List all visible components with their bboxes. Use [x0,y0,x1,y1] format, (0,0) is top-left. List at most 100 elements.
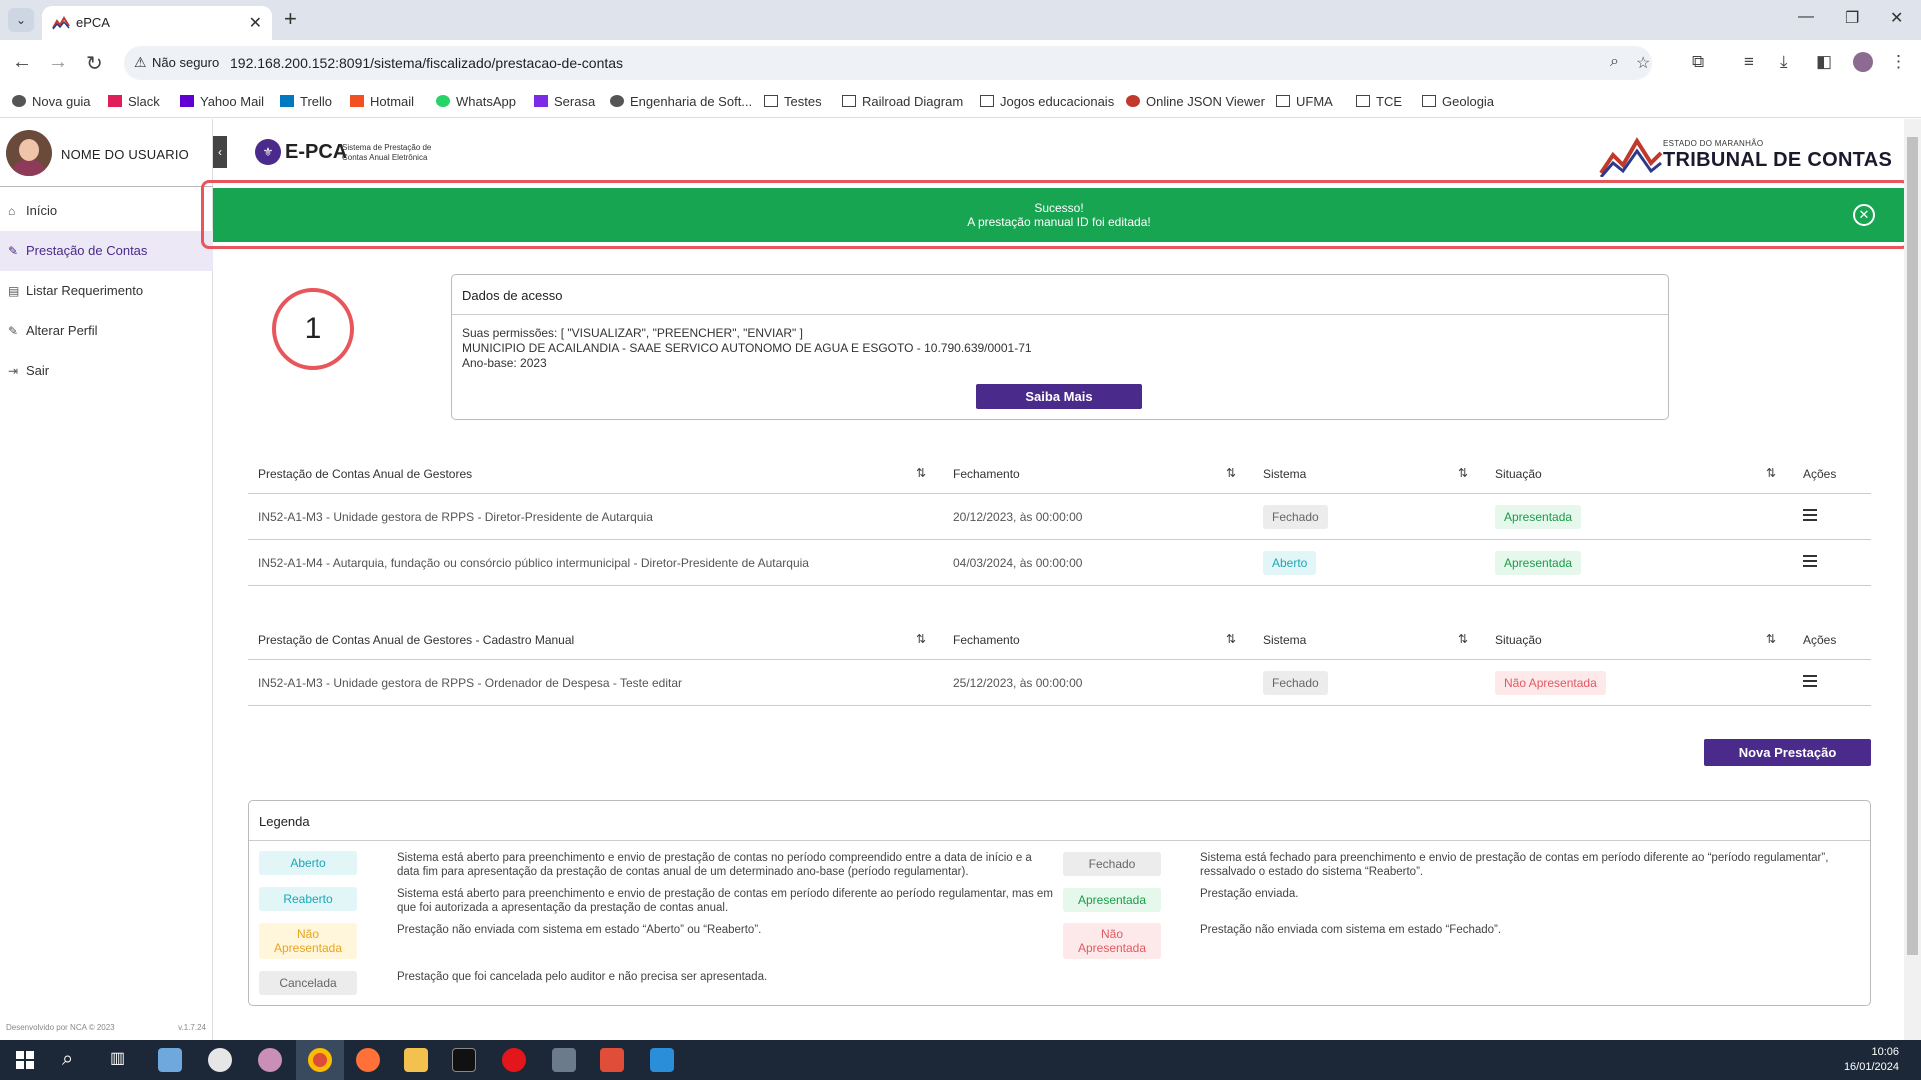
legend-text: Sistema está fechado para preenchimento … [1200,852,1829,878]
bookmark-item[interactable]: Nova guia [12,94,91,109]
system-badge: Fechado [1263,505,1328,529]
column-header: Sistema [1263,633,1307,647]
legend-title: Legenda [249,801,1870,841]
home-icon: ⌂ [8,204,16,218]
url-text[interactable]: 192.168.200.152:8091/sistema/fiscalizado… [230,55,623,71]
restore-icon[interactable]: ❐ [1845,8,1859,28]
status-badge: Apresentada [1495,551,1582,575]
download-icon[interactable]: ⤓ [1780,52,1788,72]
bookmark-item[interactable]: Serasa [534,94,595,109]
task-view-icon[interactable]: ▥ [110,1048,134,1072]
column-header: Ações [1803,633,1837,647]
sort-icon[interactable]: ⇅ [1458,466,1468,480]
legend-text: Prestação que foi cancelada pelo auditor… [397,971,768,983]
sort-icon[interactable]: ⇅ [1226,632,1236,646]
legend-text: Sistema está aberto para preenchimento e… [397,852,1032,878]
bookmark-item[interactable]: Trello [280,94,332,109]
cell-closing: 20/12/2023, às 00:00:00 [953,510,1083,524]
bookmark-item[interactable]: Engenharia de Soft... [610,94,752,109]
address-bar[interactable]: ⚠ Não seguro 192.168.200.152:8091/sistem… [124,46,1652,80]
access-card: Dados de acesso Suas permissões: [ "VISU… [451,274,1669,420]
sort-icon[interactable]: ⇅ [1458,632,1468,646]
sidebar-item-label: Sair [26,363,50,378]
media-icon[interactable]: ≡ [1744,52,1754,72]
forward-icon[interactable]: → [48,51,68,74]
zoom-icon[interactable]: ⌕ [1610,53,1619,71]
epca-favicon-icon [52,16,70,30]
sort-icon[interactable]: ⇅ [1766,466,1776,480]
app-icon[interactable] [600,1048,624,1072]
user-edit-icon: ✎ [8,244,19,258]
sidebar-item-inicio[interactable]: ⌂ Início [0,191,213,231]
calculator-icon[interactable] [552,1048,576,1072]
app-icon[interactable] [650,1048,674,1072]
bookmark-folder[interactable]: TCE [1356,94,1402,109]
sidepanel-icon[interactable]: ◧ [1816,52,1832,72]
profile-avatar[interactable] [1853,52,1873,72]
actions-menu-icon[interactable] [1803,509,1817,524]
window-close-icon[interactable]: ✕ [1890,8,1903,28]
user-edit-icon: ✎ [8,324,19,338]
permissions-text: Suas permissões: [ "VISUALIZAR", "PREENC… [462,326,803,340]
sort-icon[interactable]: ⇅ [916,466,926,480]
document-icon: ▤ [8,284,20,298]
notepad-icon[interactable] [158,1048,182,1072]
sidebar-item-prestacao[interactable]: ✎ Prestação de Contas [0,231,213,271]
scrollbar-thumb[interactable] [1907,137,1918,955]
reload-icon[interactable]: ↻ [86,51,103,76]
saiba-mais-button[interactable]: Saiba Mais [976,384,1142,409]
tab-search-icon[interactable]: ⌄ [8,8,34,32]
bookmark-folder[interactable]: Railroad Diagram [842,94,963,109]
legend-badge: Apresentada [1063,888,1161,912]
sidebar-item-label: Alterar Perfil [26,323,98,338]
bookmark-folder[interactable]: UFMA [1276,94,1333,109]
bookmark-star-icon[interactable]: ☆ [1636,53,1650,73]
bookmark-item[interactable]: Yahoo Mail [180,94,264,109]
extensions-icon[interactable]: ⧉ [1692,52,1704,72]
app-icon[interactable] [258,1048,282,1072]
bookmark-item[interactable]: Online JSON Viewer [1126,94,1265,109]
column-header: Ações [1803,467,1837,481]
chrome-icon[interactable] [308,1048,332,1072]
bookmark-folder[interactable]: Testes [764,94,822,109]
column-header: Sistema [1263,467,1307,481]
system-badge: Aberto [1263,551,1317,575]
cell-closing: 04/03/2024, às 00:00:00 [953,556,1083,570]
opera-icon[interactable] [502,1048,526,1072]
sort-icon[interactable]: ⇅ [1226,466,1236,480]
annotation-highlight [201,180,1910,249]
nova-prestacao-button[interactable]: Nova Prestação [1704,739,1871,766]
avatar[interactable] [6,130,52,176]
app-icon[interactable] [208,1048,232,1072]
sidebar-item-perfil[interactable]: ✎ Alterar Perfil [0,311,213,351]
app-header: ⚜ E-PCA Sistema de Prestação de Contas A… [227,119,1904,185]
tab-close-icon[interactable]: ✕ [249,13,262,33]
cadastro-manual-table: Prestação de Contas Anual de Gestores - … [248,620,1871,706]
terminal-icon[interactable] [452,1048,476,1072]
firefox-icon[interactable] [356,1048,380,1072]
back-icon[interactable]: ← [12,51,32,74]
minimize-icon[interactable]: — [1798,8,1814,26]
bookmark-folder[interactable]: Jogos educacionais [980,94,1114,109]
windows-start-icon[interactable] [12,1048,38,1072]
bookmark-item[interactable]: WhatsApp [436,94,516,109]
browser-tab[interactable]: ePCA ✕ [42,6,272,40]
actions-menu-icon[interactable] [1803,555,1817,570]
sort-icon[interactable]: ⇅ [1766,632,1776,646]
actions-menu-icon[interactable] [1803,675,1817,690]
table-header: Prestação de Contas Anual de Gestores ⇅ … [248,454,1871,494]
sidebar-item-requerimento[interactable]: ▤ Listar Requerimento [0,271,213,311]
epca-logo-icon: ⚜ [255,139,281,165]
sort-icon[interactable]: ⇅ [916,632,926,646]
security-label[interactable]: Não seguro [152,55,219,70]
new-tab-icon[interactable]: + [284,6,297,32]
browser-menu-icon[interactable]: ⋮ [1890,52,1907,72]
bookmark-item[interactable]: Slack [108,94,160,109]
bookmark-item[interactable]: Hotmail [350,94,414,109]
sidebar-collapse-button[interactable]: ‹ [213,136,227,168]
search-icon[interactable]: ⌕ [62,1048,86,1072]
taskbar-clock[interactable]: 10:06 16/01/2024 [1844,1045,1899,1075]
file-explorer-icon[interactable] [404,1048,428,1072]
sidebar-item-sair[interactable]: ⇥ Sair [0,351,213,391]
bookmark-folder[interactable]: Geologia [1422,94,1494,109]
